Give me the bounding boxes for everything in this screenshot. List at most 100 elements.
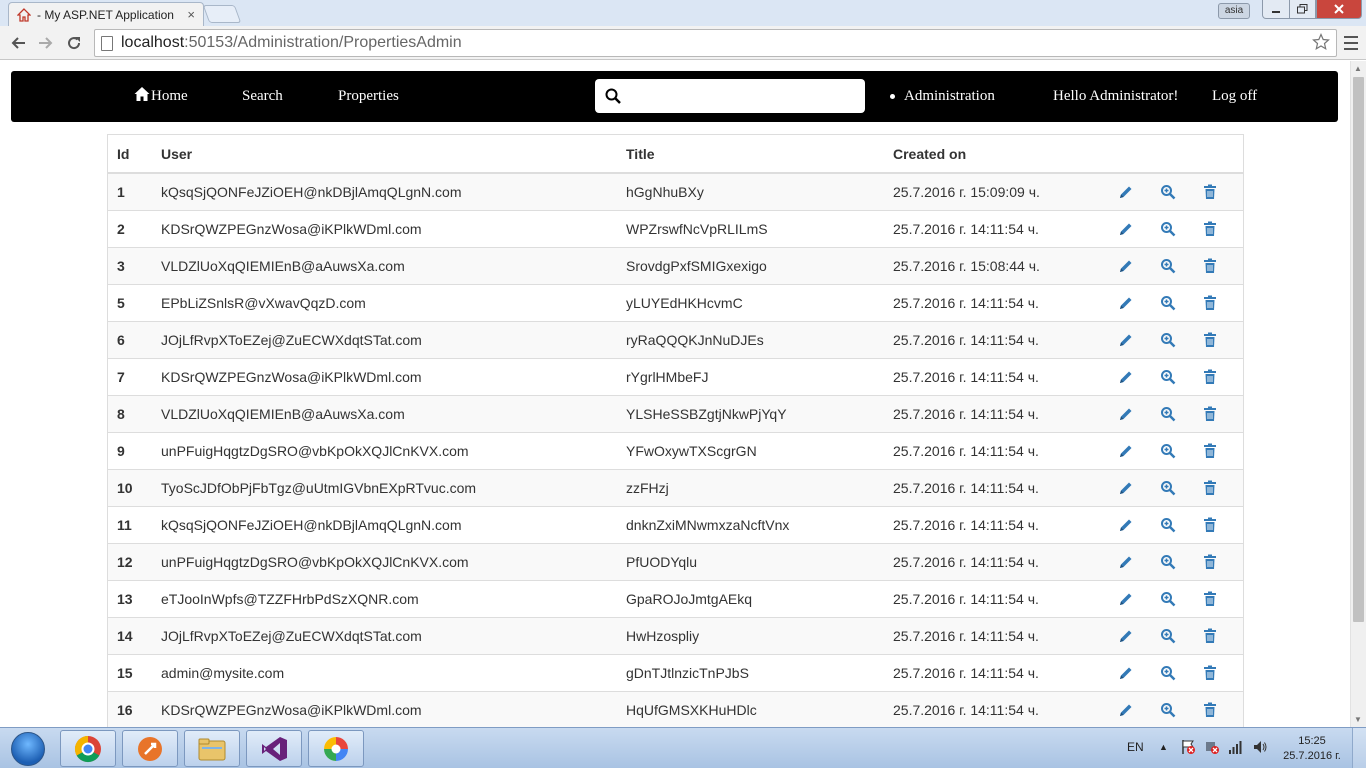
home-icon — [17, 7, 31, 22]
delete-trash-icon[interactable] — [1201, 294, 1219, 312]
taskbar-app-2[interactable] — [122, 730, 178, 767]
user-greeting-link[interactable]: Hello Administrator! — [1053, 88, 1178, 105]
cell-id: 9 — [108, 431, 152, 469]
back-button[interactable] — [6, 31, 30, 55]
scroll-thumb[interactable] — [1353, 77, 1364, 622]
edit-pencil-icon[interactable] — [1117, 627, 1135, 645]
tab-close-icon[interactable]: × — [187, 7, 195, 22]
delete-trash-icon[interactable] — [1201, 553, 1219, 571]
bookmark-star-icon[interactable] — [1312, 33, 1330, 51]
cell-created: 25.7.2016 г. 14:11:54 ч. — [884, 616, 1108, 654]
delete-trash-icon[interactable] — [1201, 183, 1219, 201]
search-input[interactable] — [629, 82, 865, 110]
browser-tab[interactable]: - My ASP.NET Application × — [8, 2, 204, 26]
details-zoom-icon[interactable] — [1159, 220, 1177, 238]
delete-trash-icon[interactable] — [1201, 220, 1219, 238]
edit-pencil-icon[interactable] — [1117, 590, 1135, 608]
taskbar-picasa[interactable] — [308, 730, 364, 767]
edit-pencil-icon[interactable] — [1117, 294, 1135, 312]
details-zoom-icon[interactable] — [1159, 590, 1177, 608]
delete-trash-icon[interactable] — [1201, 627, 1219, 645]
nav-search-link[interactable]: Search — [242, 88, 283, 105]
delete-trash-icon[interactable] — [1201, 368, 1219, 386]
delete-trash-icon[interactable] — [1201, 664, 1219, 682]
nav-home-link[interactable]: Home — [134, 87, 188, 105]
cell-actions — [1108, 690, 1243, 727]
details-zoom-icon[interactable] — [1159, 701, 1177, 719]
details-zoom-icon[interactable] — [1159, 553, 1177, 571]
cell-created: 25.7.2016 г. 14:11:54 ч. — [884, 542, 1108, 580]
edit-pencil-icon[interactable] — [1117, 664, 1135, 682]
minimize-button[interactable] — [1262, 0, 1290, 19]
browser-menu-icon[interactable] — [1342, 33, 1360, 53]
details-zoom-icon[interactable] — [1159, 664, 1177, 682]
cell-user: KDSrQWZPEGnzWosa@iKPlkWDml.com — [152, 690, 617, 727]
nav-administration-link[interactable]: Administration — [890, 88, 995, 105]
network-warning-icon[interactable] — [1204, 739, 1220, 755]
nav-search-box[interactable] — [595, 79, 865, 113]
details-zoom-icon[interactable] — [1159, 257, 1177, 275]
edit-pencil-icon[interactable] — [1117, 331, 1135, 349]
details-zoom-icon[interactable] — [1159, 516, 1177, 534]
delete-trash-icon[interactable] — [1201, 701, 1219, 719]
action-center-flag-icon[interactable] — [1180, 739, 1196, 755]
details-zoom-icon[interactable] — [1159, 479, 1177, 497]
edit-pencil-icon[interactable] — [1117, 701, 1135, 719]
new-tab-button[interactable] — [202, 5, 242, 23]
details-zoom-icon[interactable] — [1159, 627, 1177, 645]
delete-trash-icon[interactable] — [1201, 479, 1219, 497]
edit-pencil-icon[interactable] — [1117, 220, 1135, 238]
forward-button[interactable] — [34, 31, 58, 55]
tab-title: - My ASP.NET Application — [37, 7, 174, 22]
taskbar-explorer[interactable] — [184, 730, 240, 767]
delete-trash-icon[interactable] — [1201, 331, 1219, 349]
folder-icon — [198, 738, 226, 760]
reload-button[interactable] — [62, 31, 86, 55]
show-desktop-button[interactable] — [1352, 728, 1366, 768]
delete-trash-icon[interactable] — [1201, 516, 1219, 534]
scroll-down-icon[interactable]: ▼ — [1354, 715, 1362, 724]
signal-strength-icon[interactable] — [1228, 739, 1244, 755]
delete-trash-icon[interactable] — [1201, 405, 1219, 423]
details-zoom-icon[interactable] — [1159, 294, 1177, 312]
tray-expand-icon[interactable]: ▲ — [1159, 742, 1168, 752]
system-clock[interactable]: 15:25 25.7.2016 г. — [1280, 734, 1344, 764]
cell-user: JOjLfRvpXToEZej@ZuECWXdqtSTat.com — [152, 616, 617, 654]
details-zoom-icon[interactable] — [1159, 442, 1177, 460]
page-scrollbar[interactable]: ▲ ▼ — [1350, 61, 1366, 727]
address-bar[interactable]: localhost:50153/Administration/Propertie… — [94, 29, 1337, 57]
home-icon — [134, 87, 150, 101]
cell-user: kQsqSjQONFeJZiOEH@nkDBjlAmqQLgnN.com — [152, 172, 617, 210]
maximize-button[interactable] — [1289, 0, 1316, 19]
edit-pencil-icon[interactable] — [1117, 553, 1135, 571]
start-button[interactable] — [2, 729, 54, 768]
delete-trash-icon[interactable] — [1201, 442, 1219, 460]
logoff-link[interactable]: Log off — [1212, 88, 1257, 105]
taskbar-visual-studio[interactable] — [246, 730, 302, 767]
details-zoom-icon[interactable] — [1159, 331, 1177, 349]
cell-title: WPZrswfNcVpRLILmS — [617, 209, 884, 247]
delete-trash-icon[interactable] — [1201, 257, 1219, 275]
language-indicator[interactable]: EN — [1127, 740, 1144, 754]
edit-pencil-icon[interactable] — [1117, 368, 1135, 386]
scroll-up-icon[interactable]: ▲ — [1354, 64, 1362, 73]
delete-trash-icon[interactable] — [1201, 590, 1219, 608]
edit-pencil-icon[interactable] — [1117, 442, 1135, 460]
nav-properties-link[interactable]: Properties — [338, 88, 399, 105]
details-zoom-icon[interactable] — [1159, 183, 1177, 201]
edit-pencil-icon[interactable] — [1117, 183, 1135, 201]
edit-pencil-icon[interactable] — [1117, 479, 1135, 497]
volume-icon[interactable] — [1252, 739, 1268, 755]
taskbar-chrome[interactable] — [60, 730, 116, 767]
table-row: 9 unPFuigHqgtzDgSRO@vbKpOkXQJlCnKVX.com YF… — [108, 431, 1243, 469]
cell-title: SrovdgPxfSMIGxexigo — [617, 246, 884, 284]
cell-id: 16 — [108, 690, 152, 727]
cell-actions — [1108, 394, 1243, 432]
profile-button[interactable]: asia — [1218, 3, 1250, 19]
edit-pencil-icon[interactable] — [1117, 516, 1135, 534]
details-zoom-icon[interactable] — [1159, 368, 1177, 386]
edit-pencil-icon[interactable] — [1117, 257, 1135, 275]
close-window-button[interactable] — [1316, 0, 1362, 19]
details-zoom-icon[interactable] — [1159, 405, 1177, 423]
edit-pencil-icon[interactable] — [1117, 405, 1135, 423]
